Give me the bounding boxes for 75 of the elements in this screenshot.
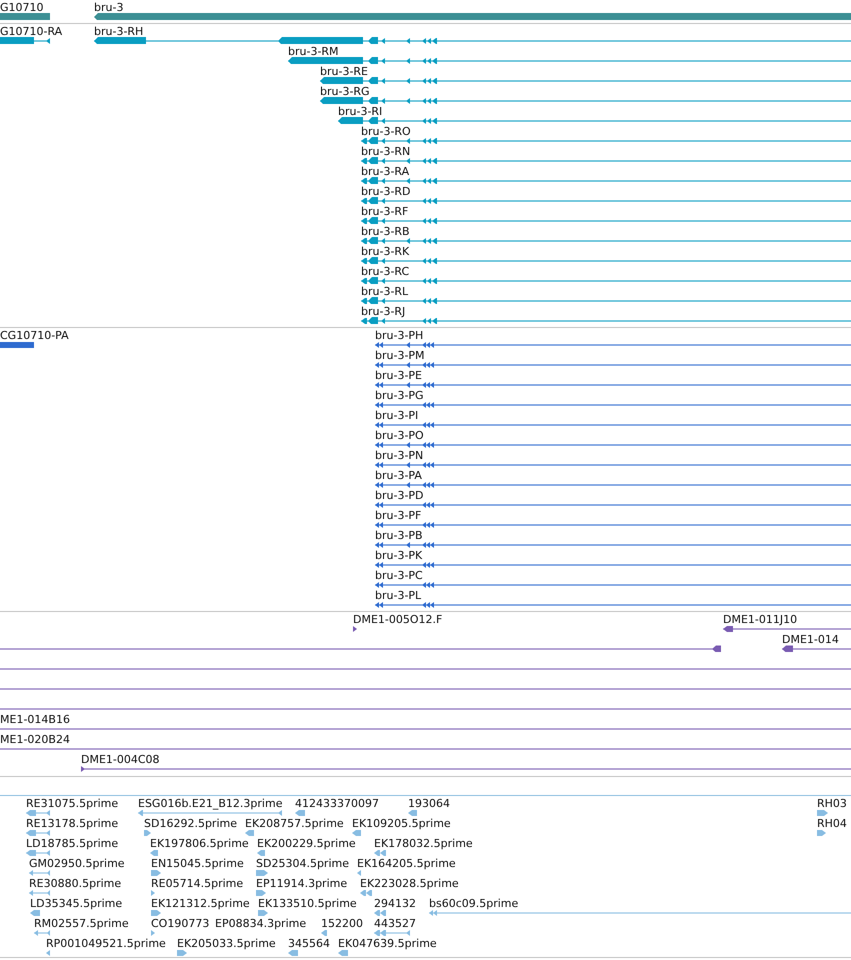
feature-label: EK223028.5prime: [360, 877, 459, 890]
feature-label: EK178032.5prime: [374, 837, 473, 850]
feature-label: 294132: [374, 897, 416, 910]
feature-label: bru-3-RH: [94, 25, 144, 38]
feature-label: SD16292.5prime: [144, 817, 237, 830]
feature-label: bru-3: [94, 1, 124, 14]
feature-label: EP08834.3prime: [215, 917, 306, 930]
feature-label: bru-3-PI: [375, 409, 418, 422]
feature-label: DME1-005O12.F: [353, 613, 442, 626]
feature-label: ME1-020B24: [0, 733, 70, 746]
feature-label: 412433370097: [295, 797, 379, 810]
feature-label: LD18785.5prime: [26, 837, 118, 850]
feature-label: bru-3-RM: [288, 45, 339, 58]
feature-label: EK197806.5prime: [150, 837, 249, 850]
feature-label: EK164205.5prime: [357, 857, 456, 870]
feature-label: DME1-004C08: [81, 753, 160, 766]
feature-label: bru-3-PN: [375, 449, 424, 462]
feature-label: 345564: [288, 937, 330, 950]
feature-label: EK200229.5prime: [257, 837, 356, 850]
feature-label: SD25304.5prime: [256, 857, 349, 870]
feature-label: bru-3-RB: [361, 225, 410, 238]
feature-label: EK133510.5prime: [258, 897, 357, 910]
feature-label: RH03: [817, 797, 847, 810]
feature-label: bru-3-RD: [361, 185, 411, 198]
feature-label: bru-3-PC: [375, 569, 423, 582]
feature-label: bru-3-PK: [375, 549, 422, 562]
feature-label: EK121312.5prime: [151, 897, 250, 910]
feature-label: bru-3-PE: [375, 369, 422, 382]
feature-label: DME1-014: [782, 633, 839, 646]
feature-label: bru-3-RN: [361, 145, 410, 158]
feature-label: RH04: [817, 817, 847, 830]
feature-label: EK208757.5prime: [245, 817, 344, 830]
feature-label: RE31075.5prime: [26, 797, 118, 810]
feature-label: RE05714.5prime: [151, 877, 244, 890]
feature-label: CG10710-PA: [0, 329, 69, 342]
feature-label: LD35345.5prime: [30, 897, 122, 910]
feature-label: EK047639.5prime: [338, 937, 437, 950]
feature-label: bru-3-PA: [375, 469, 422, 482]
feature-label: DME1-011J10: [723, 613, 798, 626]
feature-label: bru-3-RK: [361, 245, 410, 258]
feature-label: bru-3-RI: [338, 105, 382, 118]
feature-label: bru-3-RE: [320, 65, 368, 78]
feature-label: bru-3-PG: [375, 389, 424, 402]
feature-label: bru-3-PO: [375, 429, 424, 442]
feature-label: bru-3-RJ: [361, 305, 406, 318]
feature-label: bru-3-RC: [361, 265, 410, 278]
feature-label: RE13178.5prime: [26, 817, 118, 830]
feature-label: bru-3-RF: [361, 205, 408, 218]
feature-label: bru-3-RG: [320, 85, 370, 98]
feature-label: bru-3-PF: [375, 509, 422, 522]
feature-label: EK109205.5prime: [352, 817, 451, 830]
feature-label: RE30880.5prime: [29, 877, 122, 890]
feature-label: EK205033.5prime: [177, 937, 276, 950]
feature-label: bru-3-RO: [361, 125, 411, 138]
feature-label: bru-3-RA: [361, 165, 410, 178]
feature-label: G10710-RA: [0, 25, 62, 38]
feature-label: bru-3-PH: [375, 329, 424, 342]
feature-label: bru-3-PD: [375, 489, 424, 502]
feature-label: bru-3-PL: [375, 589, 422, 602]
feature-label: 152200: [321, 917, 363, 930]
feature-label: RP001049521.5prime: [46, 937, 166, 950]
feature-label: bru-3-PB: [375, 529, 423, 542]
feature-label: CO190773: [151, 917, 210, 930]
feature-label: ESG016b.E21_B12.3prime: [138, 797, 282, 810]
feature-label: EN15045.5prime: [151, 857, 244, 870]
feature-label: ME1-014B16: [0, 713, 70, 726]
feature-label: bs60c09.5prime: [429, 897, 518, 910]
feature-label: 443527: [374, 917, 416, 930]
feature-label: G10710: [0, 1, 44, 14]
feature-label: EP11914.3prime: [256, 877, 348, 890]
feature-label: GM02950.5prime: [29, 857, 125, 870]
feature-label: RM02557.5prime: [34, 917, 129, 930]
feature-label: bru-3-PM: [375, 349, 425, 362]
feature-label: 193064: [408, 797, 450, 810]
feature-label: bru-3-RL: [361, 285, 408, 298]
